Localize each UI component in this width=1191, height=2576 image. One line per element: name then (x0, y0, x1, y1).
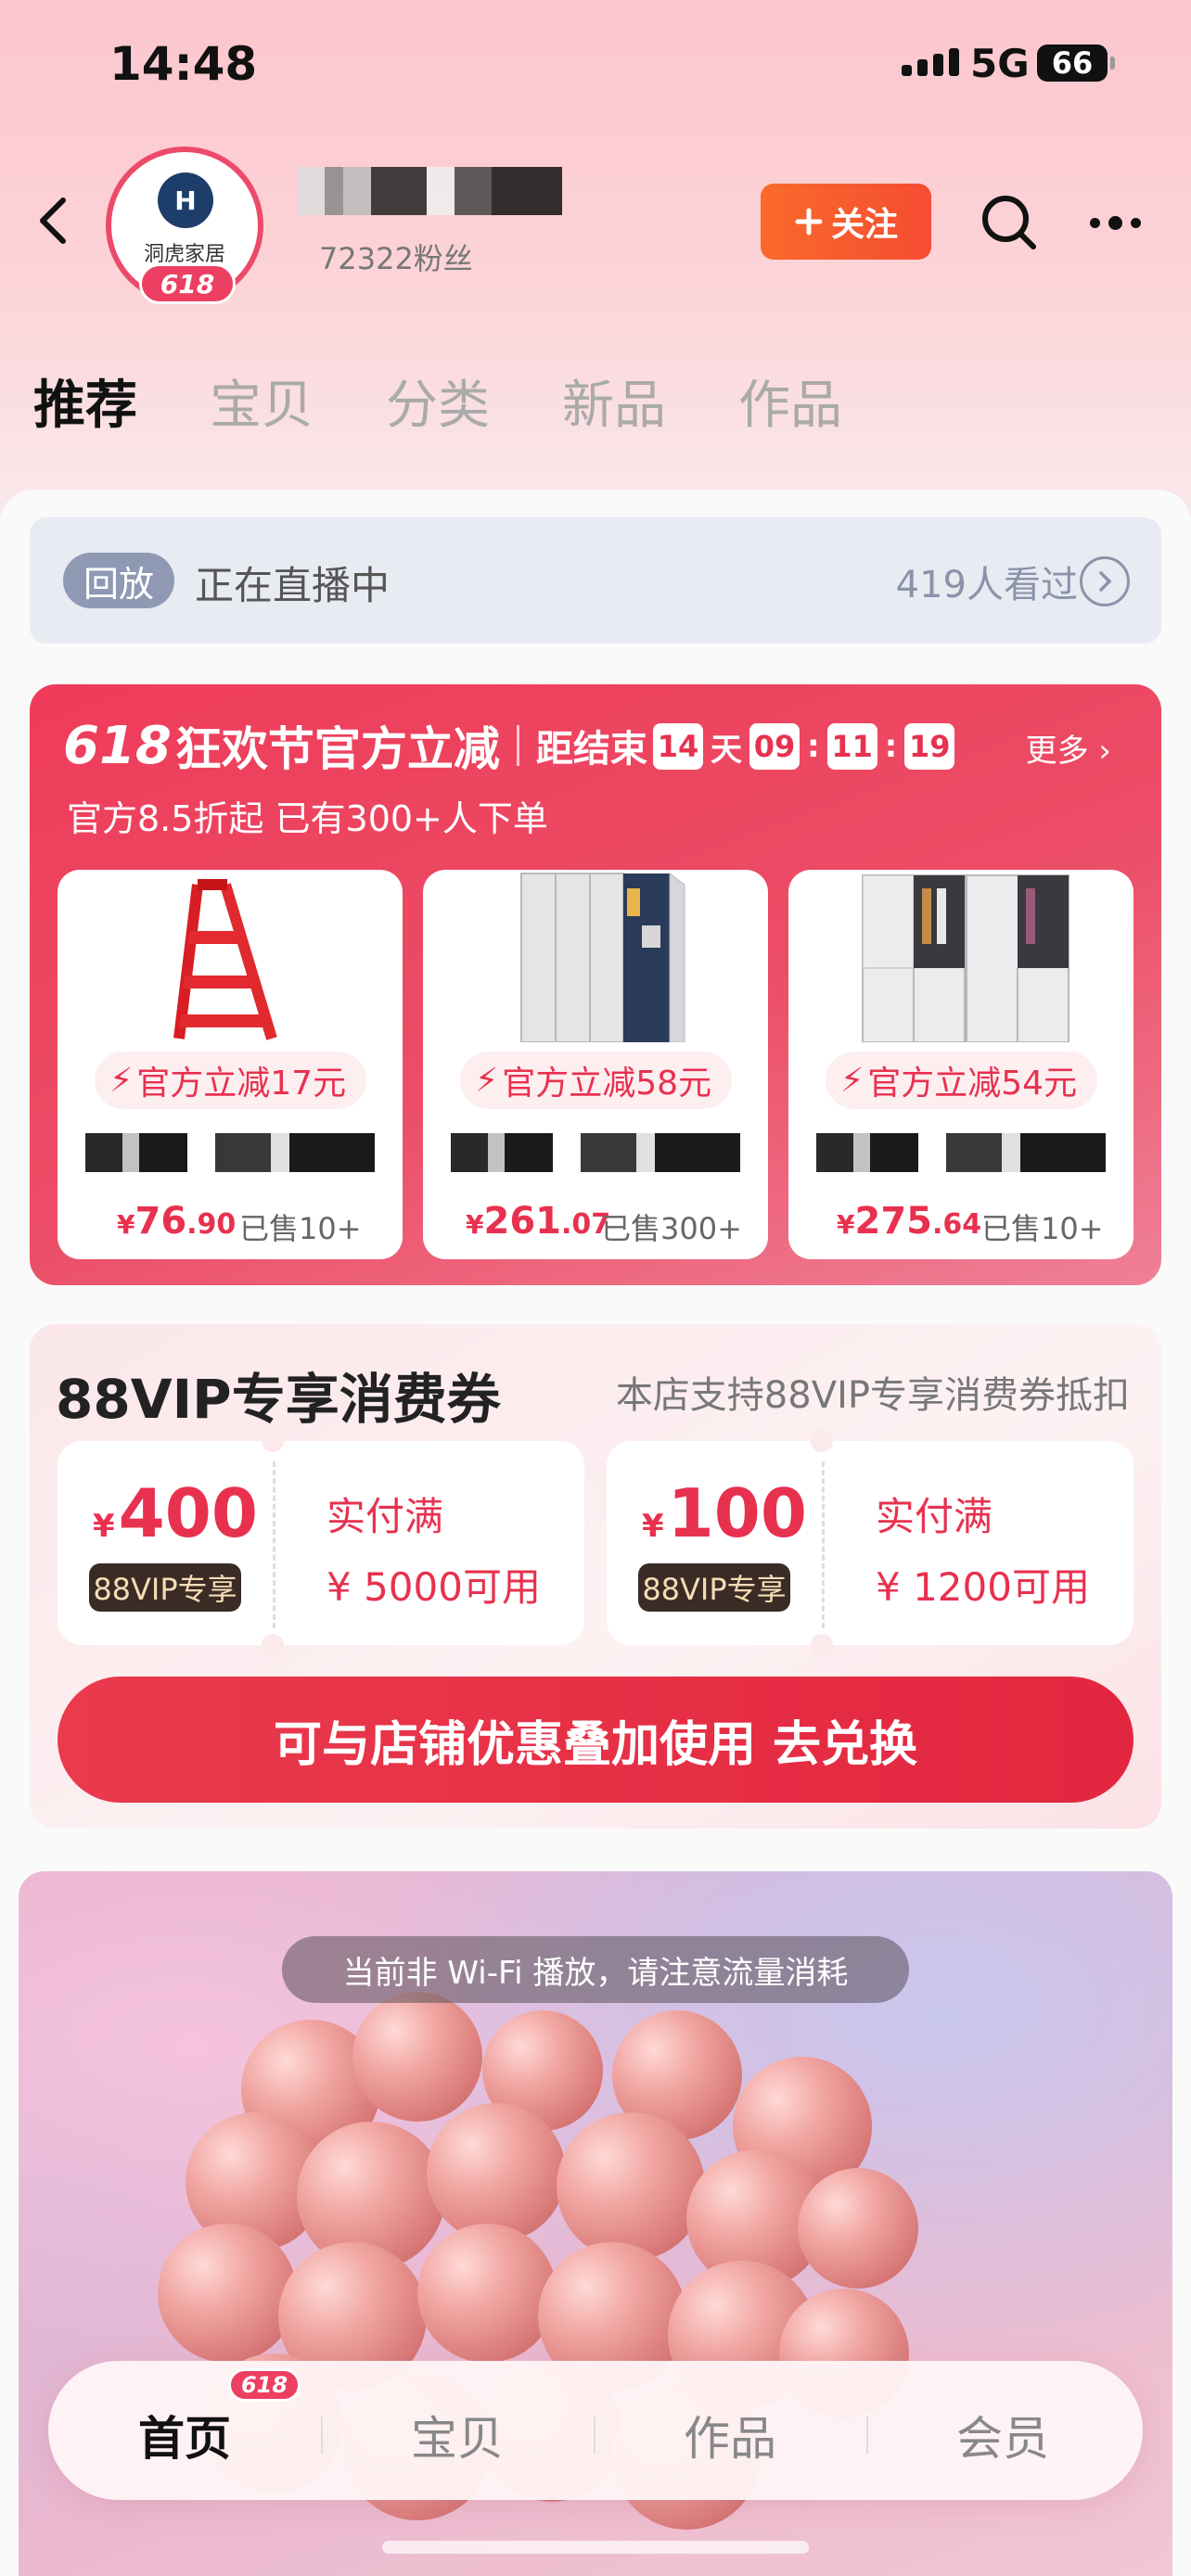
shop-tabs: 推荐 宝贝 分类 新品 作品 (33, 363, 842, 439)
home-indicator (382, 2541, 809, 2554)
network-label: 5G (970, 41, 1030, 86)
shop-header: H 洞虎家居 618 72322粉丝 关注 (0, 139, 1191, 306)
nav-member[interactable]: 会员 (866, 2402, 1139, 2468)
nav-618-badge: 618 (228, 2368, 301, 2402)
status-bar: 14:48 5G 66 (0, 0, 1191, 130)
coupon-condition: 实付满 (876, 1494, 993, 1539)
tab-items[interactable]: 宝贝 (210, 363, 314, 439)
lightning-icon: ⚡ (840, 1061, 864, 1100)
product-card[interactable]: ⚡ 官方立减54元 ¥275.64 已售10+ (788, 870, 1133, 1259)
countdown-day-unit: 天 (711, 731, 742, 769)
sold-count: 已售10+ (239, 1211, 362, 1246)
coupon-condition: 实付满 (327, 1494, 444, 1539)
vip-coupon[interactable]: ¥400 88VIP专享 实付满 ¥ 5000可用 (58, 1430, 584, 1656)
promo-subtitle: 官方8.5折起 已有300+人下单 (67, 798, 548, 839)
lightning-icon: ⚡ (109, 1061, 134, 1100)
coupon-badge: 88VIP专享 (89, 1563, 241, 1612)
vip-title: 88VIP专享消费券 (56, 1368, 501, 1431)
live-status: 正在直播中 (195, 563, 391, 608)
promo-title-text: 狂欢节官方立减 (174, 722, 500, 776)
back-button[interactable] (26, 193, 82, 249)
tab-new[interactable]: 新品 (562, 363, 666, 439)
avatar-618-badge: 618 (139, 263, 236, 304)
product-price: ¥275.64 (837, 1200, 982, 1243)
search-button[interactable] (978, 191, 1041, 254)
product-price: ¥261.07 (466, 1200, 611, 1243)
promo-618-logo: 618 (63, 715, 172, 776)
fan-count: 72322粉丝 (319, 241, 473, 276)
countdown-days: 14 (653, 723, 703, 770)
redeem-button[interactable]: 可与店铺优惠叠加使用 去兑换 (58, 1677, 1133, 1803)
more-options-icon[interactable] (1082, 193, 1148, 252)
product-image-wardrobe (788, 870, 1133, 1042)
shop-logo-icon: H (158, 172, 213, 228)
product-card[interactable]: ⚡ 官方立减58元 ¥261.07 已售300+ (423, 870, 768, 1259)
tab-works[interactable]: 作品 (738, 363, 842, 439)
tab-category[interactable]: 分类 (386, 363, 490, 439)
product-image-ladder (58, 870, 403, 1042)
sold-count: 已售300+ (601, 1211, 742, 1246)
promo-title: 618 狂欢节官方立减 距结束 (63, 712, 647, 779)
shop-name-redacted (297, 167, 562, 215)
battery-icon: 66 (1037, 45, 1115, 82)
coupon-amount: ¥100 (642, 1474, 807, 1552)
promo-more-link[interactable]: 更多 › (1026, 725, 1111, 771)
vip-coupon-section: 88VIP专享消费券 本店支持88VIP专享消费券抵扣 ¥400 88VIP专享… (30, 1324, 1161, 1829)
coupon-badge: 88VIP专享 (638, 1563, 790, 1612)
discount-tag: ⚡ 官方立减17元 (95, 1052, 367, 1109)
search-icon (982, 196, 1036, 249)
product-image-locker (423, 870, 768, 1042)
status-time: 14:48 (109, 37, 258, 91)
countdown-minutes: 11 (826, 723, 877, 770)
countdown-seconds: 19 (904, 723, 955, 770)
sold-count: 已售10+ (981, 1211, 1104, 1246)
follow-button[interactable]: 关注 (761, 184, 931, 260)
coupon-amount: ¥400 (93, 1474, 258, 1552)
discount-tag: ⚡ 官方立减54元 (826, 1052, 1098, 1109)
countdown-hours: 09 (749, 723, 800, 770)
plus-icon (795, 208, 823, 236)
signal-icon (902, 48, 959, 76)
coupon-threshold: ¥ 5000可用 (327, 1564, 541, 1610)
nav-works[interactable]: 作品 (594, 2402, 866, 2468)
tab-recommend[interactable]: 推荐 (33, 363, 137, 439)
product-card[interactable]: ⚡ 官方立减17元 ¥76.90 已售10+ (58, 870, 403, 1259)
vip-coupon[interactable]: ¥100 88VIP专享 实付满 ¥ 1200可用 (607, 1430, 1133, 1656)
chevron-left-icon (40, 198, 66, 244)
live-banner[interactable]: 回放 正在直播中 419人看过 (30, 517, 1161, 644)
product-price: ¥76.90 (117, 1200, 237, 1243)
product-title-redacted (451, 1133, 740, 1172)
live-viewers: 419人看过 (895, 564, 1078, 606)
nav-home[interactable]: 首页 (48, 2402, 321, 2468)
chevron-right-icon (1080, 556, 1130, 606)
wifi-warning: 当前非 Wi-Fi 播放，请注意流量消耗 (282, 1936, 909, 2003)
nav-items[interactable]: 宝贝 (321, 2402, 594, 2468)
vip-note: 本店支持88VIP专享消费券抵扣 (615, 1374, 1130, 1417)
follow-label: 关注 (830, 206, 898, 244)
lightning-icon: ⚡ (475, 1061, 499, 1100)
replay-badge: 回放 (63, 553, 174, 608)
bottom-navigation: 首页 618 宝贝 作品 会员 (48, 2361, 1143, 2500)
promo-618-section: 618 狂欢节官方立减 距结束 14 天 09 : 11 : 19 更多 › 官… (30, 684, 1161, 1285)
coupon-threshold: ¥ 1200可用 (876, 1564, 1090, 1610)
discount-tag: ⚡ 官方立减58元 (460, 1052, 733, 1109)
promo-ends-label: 距结束 (535, 728, 647, 771)
product-title-redacted (816, 1133, 1106, 1172)
battery-level: 66 (1051, 45, 1094, 81)
countdown-timer: 14 天 09 : 11 : 19 (653, 723, 955, 770)
product-title-redacted (85, 1133, 375, 1172)
